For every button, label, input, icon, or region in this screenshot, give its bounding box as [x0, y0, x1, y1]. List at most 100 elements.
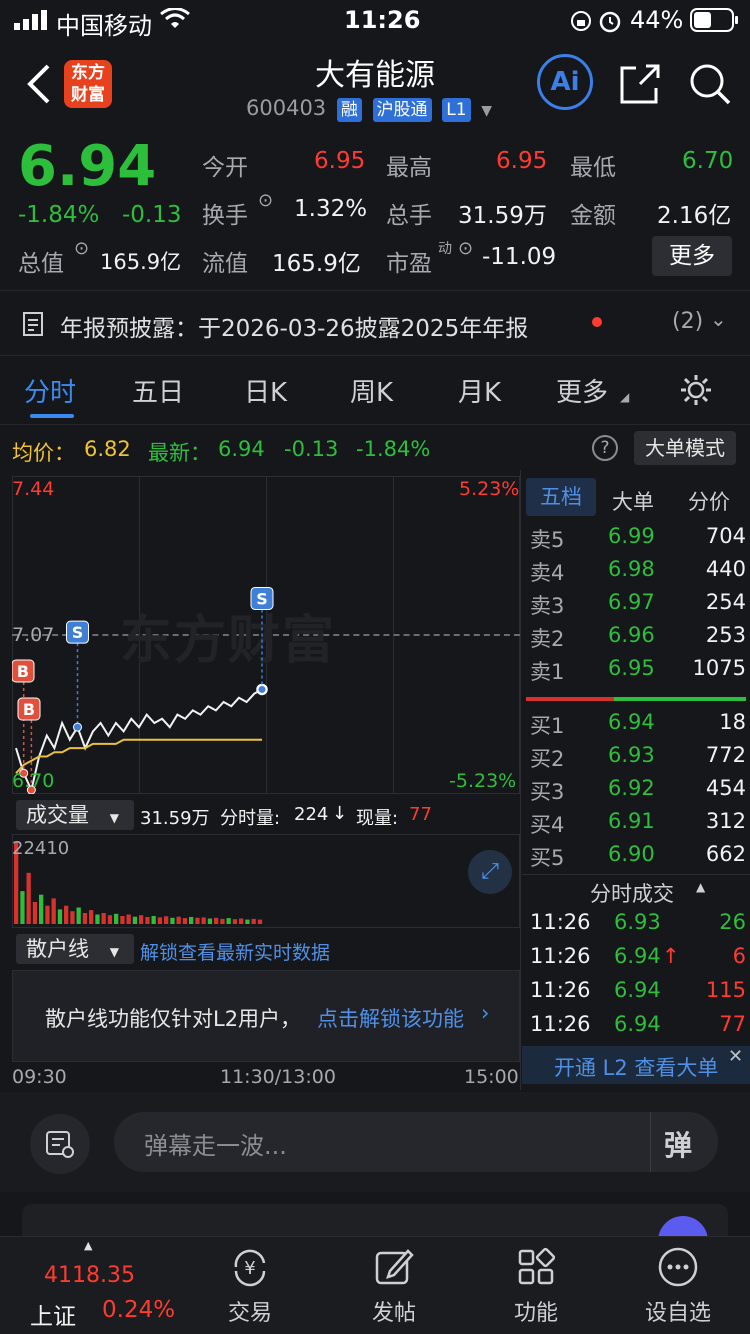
tab-intraday[interactable]: 分时 [24, 372, 76, 409]
tick-qty: 26 [719, 910, 746, 934]
tab-weekly-k[interactable]: 周K [350, 372, 393, 409]
sell-marker[interactable]: S [250, 586, 274, 694]
bid-row[interactable]: 买5 6.90 662 [524, 842, 746, 875]
period-volume-label: 分时量: [220, 808, 281, 829]
nav-functions[interactable]: 功能 [476, 1245, 596, 1327]
notice-bar[interactable]: 年报预披露：于2026-03-26披露2025年年报 (2) ⌄ [0, 290, 750, 356]
ask-row[interactable]: 卖4 6.98 440 [524, 557, 746, 590]
tab-monthly-k[interactable]: 月K [458, 372, 501, 409]
caret-up-icon: ▲ [84, 1239, 93, 1252]
tick-qty: 77 [719, 1012, 746, 1036]
comment-list-icon[interactable] [30, 1114, 90, 1174]
ask-row[interactable]: 卖5 6.99 704 [524, 524, 746, 557]
bid-row[interactable]: 买2 6.93 772 [524, 743, 746, 776]
intraday-chart[interactable]: BB S S [12, 476, 520, 794]
status-bar: 中国移动 11:26 44% [0, 0, 750, 40]
logo-line-2: 财富 [71, 85, 105, 105]
chevron-down-icon[interactable]: ⌄ [710, 307, 727, 331]
tab-five-day[interactable]: 五日 [132, 372, 184, 409]
ask-row-label: 卖2 [530, 627, 565, 651]
bid-row-price: 6.93 [608, 743, 655, 767]
active-tab-indicator [30, 414, 74, 418]
chart-header: 均价： 6.82 最新： 6.94 -0.13 -1.84% ? 大单模式 [0, 424, 750, 470]
info-icon[interactable]: ⊙ [458, 238, 473, 259]
more-button[interactable]: 更多 [652, 236, 732, 276]
open-label: 今开 [202, 155, 248, 181]
tab-price-split[interactable]: 分价 [688, 486, 730, 516]
grid-apps-icon [518, 1247, 556, 1285]
tab-more[interactable]: 更多 [556, 372, 608, 409]
caret-icon: ◢ [620, 390, 630, 404]
volume-bar [214, 917, 219, 924]
ask-row[interactable]: 卖2 6.96 253 [524, 623, 746, 656]
retail-selector-label: 散户线 [26, 937, 89, 961]
nav-post[interactable]: 发帖 [334, 1245, 454, 1327]
volume-chart[interactable] [12, 834, 520, 928]
ai-button[interactable]: Ai [537, 54, 593, 110]
document-icon [23, 312, 43, 336]
bid-row-price: 6.92 [608, 776, 655, 800]
index-value: 4118.35 [44, 1263, 135, 1288]
edit-post-icon [375, 1249, 414, 1285]
ask-row[interactable]: 卖3 6.97 254 [524, 590, 746, 623]
unlock-link[interactable]: 解锁查看最新实时数据 [140, 938, 330, 965]
eastmoney-logo[interactable]: 东方 财富 [64, 60, 112, 108]
notice-count: (2) [672, 309, 704, 334]
nav-trade[interactable]: ¥ 交易 [190, 1245, 310, 1327]
amount-value: 2.16亿 [657, 203, 732, 229]
volume-bar [157, 917, 163, 924]
big-order-mode-button[interactable]: 大单模式 [634, 431, 736, 465]
nav-add-watchlist[interactable]: 设自选 [618, 1245, 738, 1327]
settings-gear-icon[interactable] [678, 372, 714, 408]
share-icon[interactable] [618, 62, 662, 106]
tab-level5[interactable]: 五档 [526, 478, 596, 516]
l2-banner[interactable]: 开通 L2 查看大单 ✕ [522, 1046, 750, 1084]
retail-locked-panel: 散户线功能仅针对L2用户， 点击解锁该功能 › [12, 970, 520, 1062]
back-arrow-icon[interactable] [24, 62, 54, 106]
retail-selector[interactable]: 散户线 ▼ [16, 934, 134, 964]
dropdown-icon[interactable]: ▼ [481, 103, 492, 119]
ticks-title[interactable]: 分时成交 [590, 878, 674, 908]
volume-bar [182, 918, 188, 924]
float-value: 165.9亿 [272, 251, 361, 277]
notice-text: 年报预披露：于2026-03-26披露2025年年报 [60, 316, 529, 342]
now-volume-label: 现量: [356, 808, 399, 829]
bid-row[interactable]: 买4 6.91 312 [524, 809, 746, 842]
nav-trade-label: 交易 [227, 1301, 272, 1326]
latest-change: -0.13 [284, 437, 339, 461]
info-icon[interactable]: ⊙ [74, 238, 89, 259]
bottom-nav: ▲ 4118.35 上证 0.24% ¥ 交易 发帖 功能 设自选 [0, 1236, 750, 1334]
pe-superscript: 动 [438, 241, 452, 257]
tick-row: 11:26 6.94 6 ↑ [524, 944, 746, 977]
volume-bar [220, 918, 225, 924]
volume-selector-label: 成交量 [26, 803, 89, 827]
bid-row[interactable]: 买1 6.94 18 [524, 710, 746, 743]
volume-value: 31.59万 [458, 203, 547, 229]
volume-max-label: 22410 [12, 838, 70, 859]
tab-daily-k[interactable]: 日K [244, 372, 287, 409]
close-icon[interactable]: ✕ [728, 1046, 743, 1067]
volume-bar [39, 894, 44, 924]
volume-total: 31.59万 [140, 808, 210, 829]
volume-bar [126, 914, 131, 924]
retail-unlock-link[interactable]: 点击解锁该功能 [317, 1003, 464, 1033]
help-icon[interactable]: ? [592, 435, 618, 461]
ask-row[interactable]: 卖1 6.95 1075 [524, 656, 746, 689]
tick-qty: 6 [732, 944, 746, 968]
info-icon[interactable]: ⊙ [258, 190, 273, 211]
sell-marker[interactable]: S [66, 620, 89, 732]
volume-selector[interactable]: 成交量 ▼ [16, 800, 134, 830]
danmaku-toggle-icon[interactable]: 弹 [664, 1124, 692, 1164]
x-label-open: 09:30 [12, 1066, 67, 1088]
danmaku-input[interactable]: 弹幕走一波... 弹 [114, 1112, 718, 1172]
up-arrow-icon: ↑ [662, 944, 680, 968]
tab-big-order[interactable]: 大单 [612, 486, 654, 516]
tick-qty: 115 [705, 978, 746, 1002]
search-icon[interactable] [688, 62, 732, 106]
volume-bar [189, 917, 194, 924]
expand-icon[interactable]: ⤢ [468, 850, 512, 894]
now-volume-value: 77 [409, 804, 432, 825]
bid-row[interactable]: 买3 6.92 454 [524, 776, 746, 809]
index-ticker[interactable]: ▲ 4118.35 上证 0.24% [0, 1237, 175, 1334]
x-label-midday: 11:30/13:00 [220, 1066, 336, 1088]
